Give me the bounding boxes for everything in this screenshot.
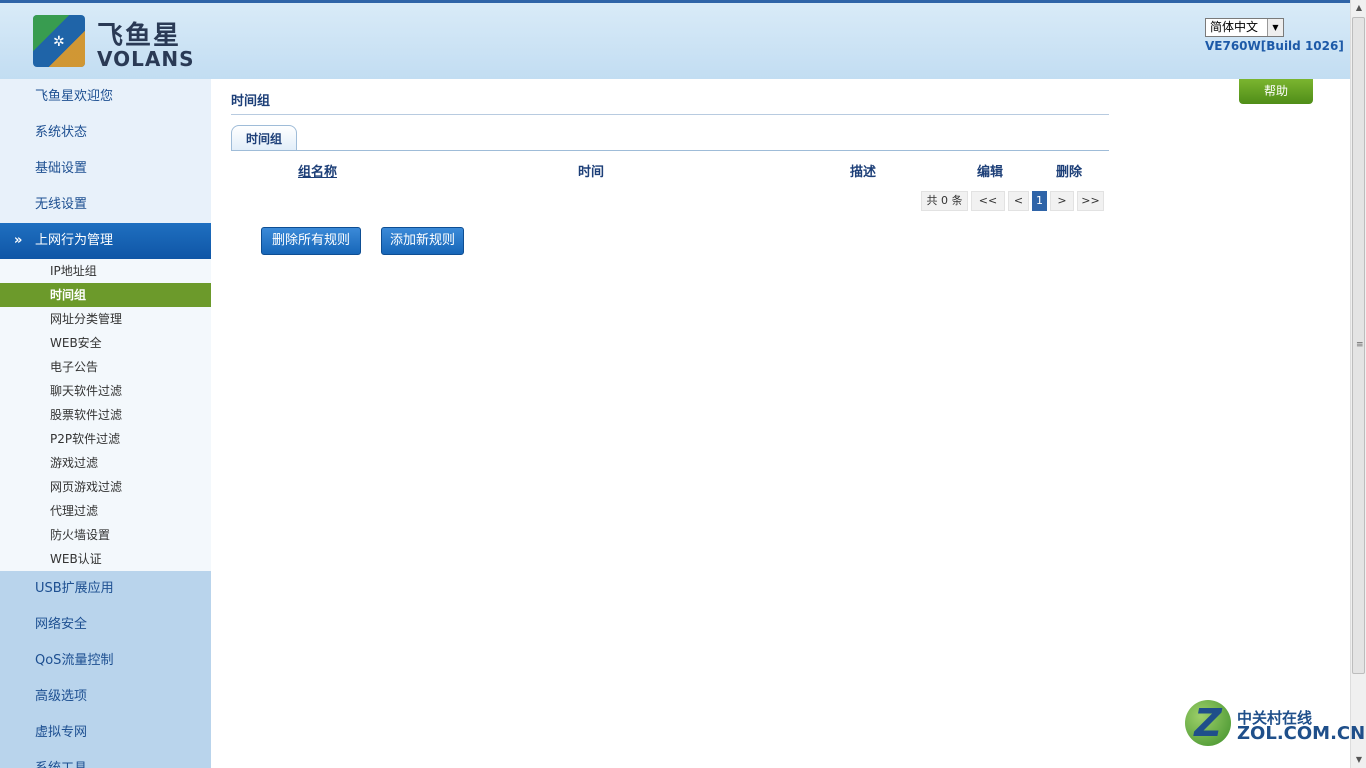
- submenu-item-web-auth[interactable]: WEB认证: [0, 547, 211, 571]
- pagination-prev-button[interactable]: <: [1008, 191, 1029, 211]
- tab-time-group[interactable]: 时间组: [231, 125, 297, 150]
- column-header-group-name[interactable]: 组名称: [298, 161, 337, 180]
- sidebar-item-label: 上网行为管理: [35, 233, 114, 248]
- zol-watermark: Z 中关村在线 ZOL.COM.CN: [1185, 700, 1365, 750]
- column-header-delete: 删除: [1056, 165, 1083, 180]
- submenu-item-webgame-filter[interactable]: 网页游戏过滤: [0, 475, 211, 499]
- column-header-edit: 编辑: [977, 165, 1004, 180]
- sidebar-item-wireless-settings[interactable]: 无线设置: [0, 187, 211, 223]
- submenu-item-url-category[interactable]: 网址分类管理: [0, 307, 211, 331]
- sidebar-item-welcome[interactable]: 飞鱼星欢迎您: [0, 79, 211, 115]
- sidebar-item-network-security[interactable]: 网络安全: [0, 607, 211, 643]
- sidebar-item-basic-settings[interactable]: 基础设置: [0, 151, 211, 187]
- sidebar-item-usb[interactable]: USB扩展应用: [0, 571, 211, 607]
- scroll-up-icon[interactable]: ▲: [1352, 0, 1366, 16]
- sidebar-item-qos[interactable]: QoS流量控制: [0, 643, 211, 679]
- submenu-item-ip-group[interactable]: IP地址组: [0, 259, 211, 283]
- vertical-scrollbar[interactable]: ▲ ≡ ▼: [1350, 0, 1366, 768]
- volans-logo[interactable]: ✲ 飞鱼星 VOLANS: [33, 15, 195, 71]
- firmware-version: VE760W[Build 1026]: [1205, 39, 1344, 53]
- sidebar: 飞鱼星欢迎您 系统状态 基础设置 无线设置 » 上网行为管理 IP地址组 时间组…: [0, 79, 211, 768]
- pagination-next-button[interactable]: >: [1050, 191, 1074, 211]
- submenu-item-game-filter[interactable]: 游戏过滤: [0, 451, 211, 475]
- double-chevron-down-icon: »: [14, 233, 23, 248]
- submenu-item-stock-filter[interactable]: 股票软件过滤: [0, 403, 211, 427]
- submenu-item-time-group[interactable]: 时间组: [0, 283, 211, 307]
- column-header-time: 时间: [578, 165, 605, 180]
- submenu-item-web-security[interactable]: WEB安全: [0, 331, 211, 355]
- sidebar-item-behavior-management[interactable]: » 上网行为管理: [0, 223, 211, 259]
- add-new-rule-button[interactable]: 添加新规则: [381, 227, 464, 255]
- submenu-item-p2p-filter[interactable]: P2P软件过滤: [0, 427, 211, 451]
- pagination-total: 共 0 条: [921, 191, 968, 211]
- delete-all-rules-button[interactable]: 删除所有规则: [261, 227, 361, 255]
- header: ✲ 飞鱼星 VOLANS 简体中文 ▼ VE760W[Build 1026]: [0, 0, 1350, 79]
- language-select[interactable]: 简体中文 ▼: [1205, 18, 1284, 37]
- dropdown-arrow-icon[interactable]: ▼: [1267, 19, 1283, 36]
- sidebar-bottom-group: USB扩展应用 网络安全 QoS流量控制 高级选项 虚拟专网 系统工具: [0, 571, 211, 768]
- sidebar-item-vpn[interactable]: 虚拟专网: [0, 715, 211, 751]
- main-content: 时间组 帮助 时间组 组名称 时间 描述 编辑 删除 共 0 条 << < 1 …: [211, 79, 1350, 768]
- submenu-item-proxy-filter[interactable]: 代理过滤: [0, 499, 211, 523]
- submenu-item-chat-filter[interactable]: 聊天软件过滤: [0, 379, 211, 403]
- divider: [231, 114, 1109, 115]
- page-title: 时间组: [231, 94, 271, 109]
- sidebar-item-advanced[interactable]: 高级选项: [0, 679, 211, 715]
- logo-mark-icon: ✲: [33, 15, 85, 67]
- sidebar-item-system-status[interactable]: 系统状态: [0, 115, 211, 151]
- scroll-down-icon[interactable]: ▼: [1352, 752, 1366, 768]
- language-select-value: 简体中文: [1210, 20, 1259, 34]
- logo-text-en: VOLANS: [97, 47, 195, 71]
- pagination-last-button[interactable]: >>: [1077, 191, 1104, 211]
- pagination-first-button[interactable]: <<: [971, 191, 1005, 211]
- column-header-description: 描述: [850, 165, 877, 180]
- submenu-item-bulletin[interactable]: 电子公告: [0, 355, 211, 379]
- scrollbar-thumb[interactable]: ≡: [1352, 17, 1365, 674]
- divider: [231, 150, 1109, 151]
- pagination-current-page[interactable]: 1: [1032, 191, 1047, 211]
- sidebar-item-system-tools[interactable]: 系统工具: [0, 751, 211, 768]
- help-button[interactable]: 帮助: [1239, 79, 1313, 104]
- zol-logo-icon: Z: [1185, 700, 1231, 746]
- watermark-text-en: ZOL.COM.CN: [1237, 723, 1366, 744]
- submenu-item-firewall[interactable]: 防火墙设置: [0, 523, 211, 547]
- sidebar-submenu: IP地址组 时间组 网址分类管理 WEB安全 电子公告 聊天软件过滤 股票软件过…: [0, 259, 211, 571]
